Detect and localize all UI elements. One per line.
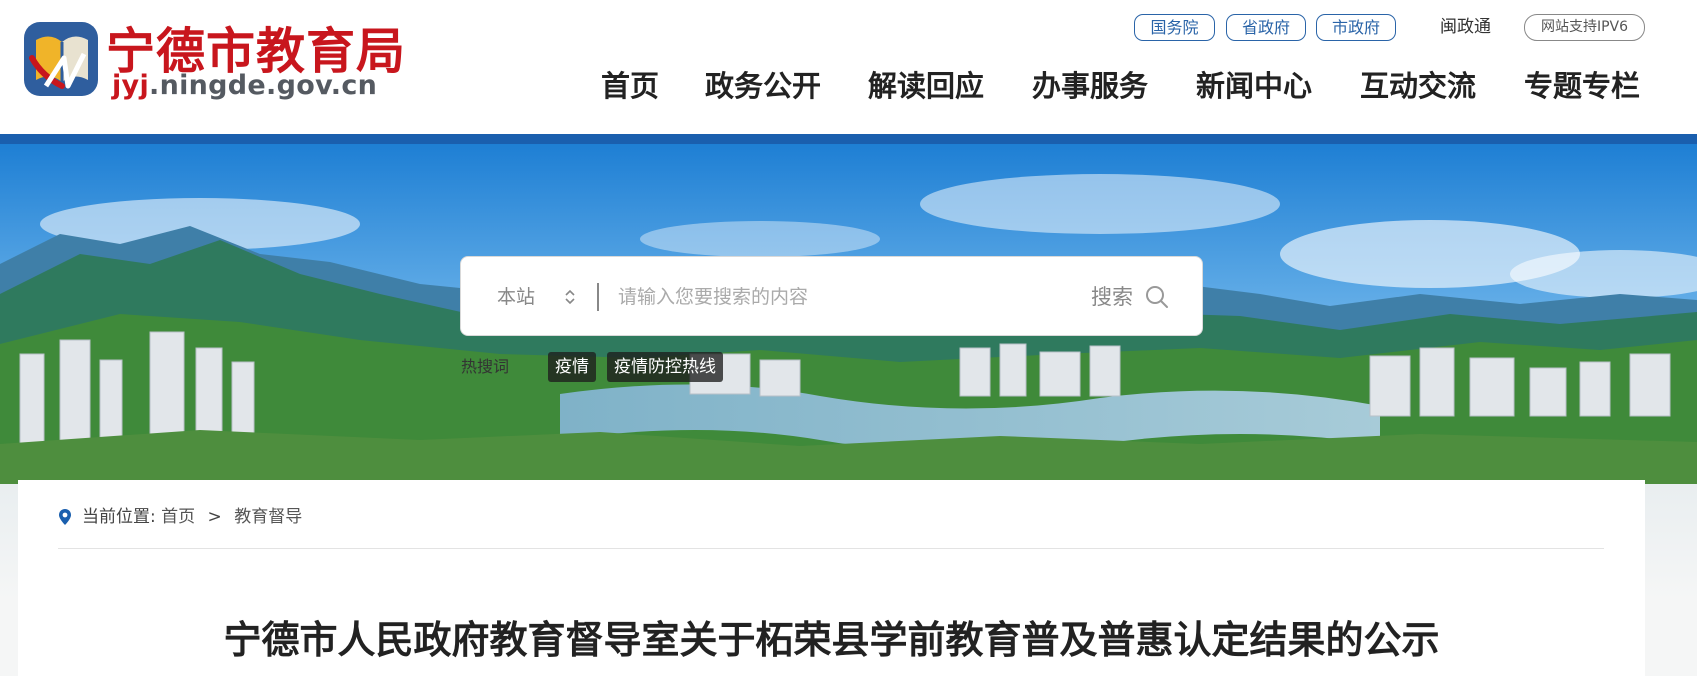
nav-item-hudong[interactable]: 互动交流 <box>1360 64 1476 108</box>
hot-tag-hotline[interactable]: 疫情防控热线 <box>607 352 723 382</box>
location-pin-icon <box>59 509 71 525</box>
ipv6-badge[interactable]: 网站支持IPV6 <box>1524 14 1645 41</box>
breadcrumb-prefix: 当前位置: <box>82 507 156 527</box>
search-button-label: 搜索 <box>1091 285 1133 309</box>
breadcrumb-home[interactable]: 首页 <box>161 507 195 527</box>
site-header: 宁德市教育局 jyj.ningde.gov.cn 国务院 省政府 市政府 闽政通… <box>0 0 1697 134</box>
sort-arrows-icon[interactable] <box>563 287 577 307</box>
nav-item-banshi[interactable]: 办事服务 <box>1032 64 1148 108</box>
search-button[interactable]: 搜索 <box>1091 257 1191 337</box>
nav-item-zhengwu[interactable]: 政务公开 <box>705 64 821 108</box>
link-guowuyuan[interactable]: 国务院 <box>1134 14 1215 41</box>
hot-search-label: 热搜词 <box>461 357 510 376</box>
breadcrumb-divider <box>58 548 1604 549</box>
header-divider-bar <box>0 134 1697 144</box>
breadcrumb-current[interactable]: 教育督导 <box>234 507 302 527</box>
search-box: 本站 搜索 <box>460 256 1203 337</box>
nav-item-jiedu[interactable]: 解读回应 <box>868 64 984 108</box>
nav-item-news[interactable]: 新闻中心 <box>1196 64 1312 108</box>
link-minzhengtong[interactable]: 闽政通 <box>1440 14 1491 41</box>
breadcrumb-separator: > <box>207 507 222 527</box>
nav-item-zhuanti[interactable]: 专题专栏 <box>1524 64 1640 108</box>
main-nav: 首页 政务公开 解读回应 办事服务 新闻中心 互动交流 专题专栏 <box>0 64 1697 108</box>
top-links: 国务院 省政府 市政府 闽政通 网站支持IPV6 <box>0 14 1697 42</box>
nav-item-home[interactable]: 首页 <box>601 64 659 108</box>
hot-tag-yiqing[interactable]: 疫情 <box>548 352 596 382</box>
article-title: 宁德市人民政府教育督导室关于柘荣县学前教育普及普惠认定结果的公示 <box>223 618 1440 662</box>
link-shengzhengfu[interactable]: 省政府 <box>1226 14 1306 41</box>
link-shizhengfu[interactable]: 市政府 <box>1316 14 1396 41</box>
search-divider <box>597 283 599 311</box>
search-scope-select[interactable]: 本站 <box>497 257 535 337</box>
search-input[interactable] <box>618 257 1038 337</box>
search-icon <box>1146 286 1168 308</box>
